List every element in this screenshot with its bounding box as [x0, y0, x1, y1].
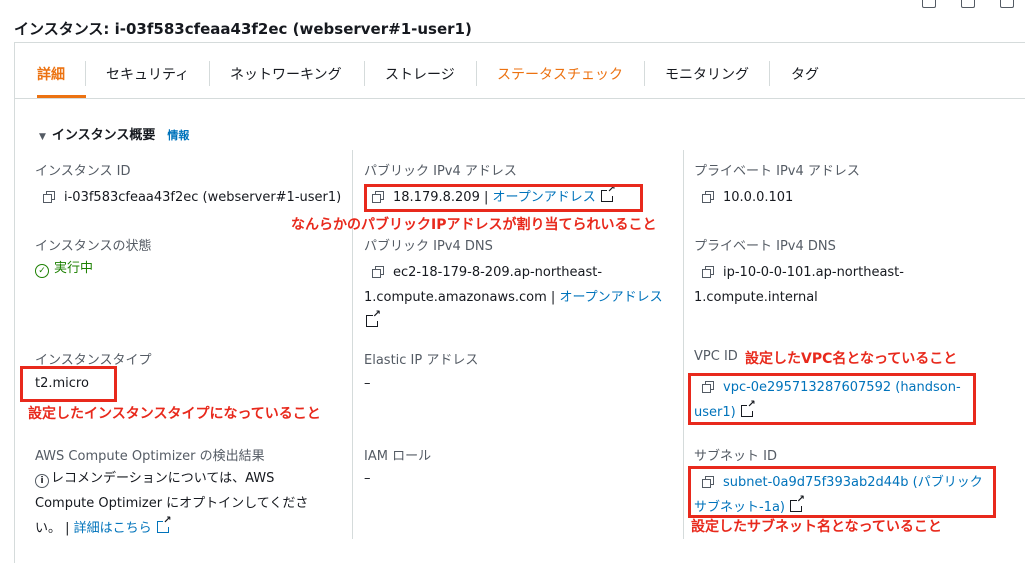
tab-status-checks[interactable]: ステータスチェック: [497, 64, 623, 84]
open-address-link[interactable]: オープンアドレス: [559, 290, 662, 305]
annotation-box-subnet: [688, 466, 996, 518]
tab-divider: [364, 61, 365, 86]
tab-divider: [209, 61, 210, 86]
section-header[interactable]: ▼ インスタンス概要 情報: [39, 124, 189, 143]
instance-id-label: インスタンス ID: [35, 164, 131, 179]
tab-security[interactable]: セキュリティ: [106, 64, 189, 84]
copy-icon[interactable]: [961, 0, 975, 8]
public-dns-value: ec2-18-179-8-209.ap-northeast- 1.compute…: [364, 260, 674, 335]
tab-networking[interactable]: ネットワーキング: [230, 64, 342, 84]
subnet-id-label: サブネット ID: [694, 449, 777, 464]
private-dns-value: ip-10-0-0-101.ap-northeast- 1.compute.in…: [694, 265, 904, 305]
private-dns-label: プライベート IPv4 DNS: [694, 239, 836, 254]
annotation-box-instance-type: [20, 366, 117, 402]
elastic-ip-value: –: [364, 376, 371, 391]
column-divider: [683, 150, 684, 539]
toolbar-icons: [0, 0, 1025, 10]
tab-divider: [476, 61, 477, 86]
annotation-public-ip: なんらかのパブリックIPアドレスが割り当てられいること: [291, 217, 657, 233]
tab-divider: [769, 61, 770, 86]
copy-icon[interactable]: [43, 191, 55, 203]
copy-icon[interactable]: [702, 191, 714, 203]
column-divider: [352, 150, 353, 539]
tab-storage[interactable]: ストレージ: [385, 64, 455, 84]
external-link-icon[interactable]: [366, 309, 381, 327]
info-icon: i: [35, 474, 49, 488]
info-link[interactable]: 情報: [167, 129, 189, 142]
learn-more-link[interactable]: 詳細はこちら: [74, 521, 152, 536]
public-ip-label: パブリック IPv4 アドレス: [364, 164, 517, 179]
elastic-ip-label: Elastic IP アドレス: [364, 353, 479, 368]
active-tab-indicator: [37, 95, 86, 98]
copy-icon[interactable]: [922, 0, 936, 8]
tab-monitoring[interactable]: モニタリング: [665, 64, 749, 84]
caret-down-icon[interactable]: ▼: [39, 132, 46, 142]
optimizer-value: i レコメンデーションについては、AWS Compute Optimizer にオ…: [35, 466, 345, 541]
copy-icon[interactable]: [1000, 0, 1014, 8]
copy-icon[interactable]: [702, 266, 714, 278]
annotation-subnet: 設定したサブネット名となっていること: [691, 519, 942, 535]
public-dns-label: パブリック IPv4 DNS: [364, 239, 493, 254]
external-link-icon[interactable]: [156, 515, 172, 533]
private-ip-value: 10.0.0.101: [702, 185, 793, 210]
instance-state-value: ✓ 実行中: [35, 256, 93, 281]
iam-role-value: –: [364, 471, 371, 486]
annotation-box-public-ip: [364, 184, 643, 212]
check-circle-icon: ✓: [35, 264, 49, 278]
section-title: インスタンス概要: [51, 128, 156, 143]
optimizer-label: AWS Compute Optimizer の検出結果: [35, 449, 265, 464]
tab-divider: [85, 61, 86, 86]
annotation-box-vpc: [688, 373, 976, 425]
private-ip-label: プライベート IPv4 アドレス: [694, 164, 860, 179]
tab-details[interactable]: 詳細: [37, 64, 65, 84]
copy-icon[interactable]: [372, 266, 384, 278]
instance-id-value: i-03f583cfeaa43f2ec (webserver#1-user1): [43, 185, 341, 210]
vpc-id-label: VPC ID: [694, 349, 738, 364]
tab-tags[interactable]: タグ: [791, 64, 819, 84]
tab-divider: [644, 61, 645, 86]
tab-bar: 詳細 セキュリティ ネットワーキング ストレージ ステータスチェック モニタリン…: [14, 44, 1025, 99]
annotation-vpc: 設定したVPC名となっていること: [745, 351, 958, 367]
page-title: インスタンス: i-03f583cfeaa43f2ec (webserver#1…: [14, 20, 472, 38]
iam-role-label: IAM ロール: [364, 449, 432, 464]
annotation-instance-type: 設定したインスタンスタイプになっていること: [28, 406, 321, 422]
instance-state-label: インスタンスの状態: [35, 239, 152, 254]
